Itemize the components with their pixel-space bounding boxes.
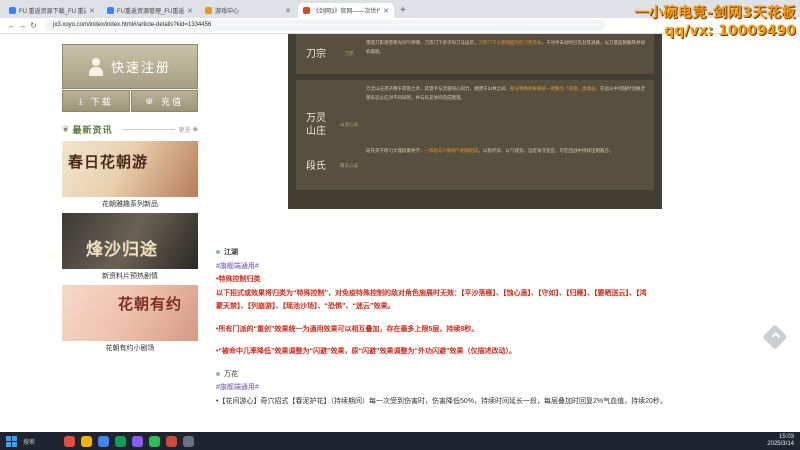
tab-label: 游戏中心: [215, 9, 240, 15]
sect-desc: 雪夜刀影逐雪寒光剑气呼啸，刀宗门下弟子的刀法凌厉，刀宗门下以疾快猛烈的刀势见长，…: [366, 40, 645, 54]
quick-register-label: 快速注册: [110, 61, 171, 76]
divider: [122, 128, 175, 130]
subsection-title: •特殊控制归类: [216, 276, 261, 283]
tab-favicon: [107, 7, 114, 14]
close-icon[interactable]: ✕: [285, 7, 291, 15]
app-icon[interactable]: [64, 435, 75, 447]
recharge-button[interactable]: ⊕ 充值: [130, 90, 198, 112]
news-list: 春日花朝游 花朝雅趣系列新品 烽沙归途 新资料片预热剧情 花朝有约 花朝有约小剧…: [62, 141, 198, 357]
overlay-line-1: 一小碗电竞-剑网3天花板: [634, 5, 796, 21]
app-icon[interactable]: [183, 435, 194, 447]
browser-tab[interactable]: 游戏中心 ✕: [200, 3, 296, 18]
section-tag: #旗舰端通用#: [216, 262, 259, 270]
more-link[interactable]: 更多: [179, 125, 191, 134]
app-icon[interactable]: [115, 435, 126, 447]
news-caption[interactable]: 花朝雅趣系列新品: [62, 197, 198, 213]
news-banner[interactable]: 花朝有约: [62, 285, 198, 341]
forward-icon[interactable]: →: [17, 21, 28, 30]
banner-title: 花朝有约: [118, 295, 183, 313]
back-icon[interactable]: ←: [6, 21, 17, 30]
sect-name: 段氏: [306, 160, 326, 172]
clock-time: 15:03: [778, 434, 794, 440]
system-clock[interactable]: 15:03 2025/3/14: [767, 434, 794, 448]
back-to-top-button[interactable]: [762, 324, 788, 350]
article-paragraph: •【花间游心】奇穴招式【春泥护花】（持续期间）每一次受到伤害时，伤害降低50%，…: [216, 397, 667, 405]
banner-title: 烽沙归途: [86, 240, 158, 260]
sect-tag: 刀宗: [344, 51, 354, 56]
chevron-up-icon: [771, 332, 780, 341]
close-icon[interactable]: ✕: [89, 7, 95, 15]
close-icon[interactable]: ✕: [187, 7, 193, 15]
article-paragraph: •所有门派的“重创”效果统一为通用效果可以相互叠加，存在最多上限5层，持续8秒。: [216, 325, 479, 333]
article-content: 江湖 #旗舰端通用# •特殊控制归类 以下招式或效果将归类为“特殊控制”，对免疫…: [216, 246, 746, 408]
sect-row: 段氏 南天心法 段氏弟子修习大理段家绝学，一阳指与六脉剑气相辅相成，以指代剑、以…: [296, 142, 654, 190]
tab-label: 《剑网3》官网——次世代国风: [313, 9, 381, 15]
start-icon[interactable]: [3, 435, 19, 447]
sect-tag: 南天心法: [340, 163, 358, 168]
recharge-label: 充值: [161, 96, 184, 107]
leaf-icon: ❦: [62, 123, 70, 134]
quick-register-button[interactable]: 快速注册: [62, 44, 198, 89]
section-title: 万花: [216, 368, 746, 382]
news-header: ❦ 最新资讯 更多 ◆: [62, 121, 198, 137]
sect-row: 刀宗 刀宗 雪夜刀影逐雪寒光剑气呼啸，刀宗门下弟子的刀法凌厉，刀宗门下以疾快猛烈…: [296, 34, 654, 74]
browser-tab-active[interactable]: 《剑网3》官网——次世代国风✕: [298, 3, 394, 18]
news-caption[interactable]: 新资料片预热剧情: [62, 269, 198, 285]
action-row: ⤓ 下载 ⊕ 充值: [62, 90, 198, 112]
bullet-icon: [216, 371, 220, 376]
article-paragraph: 以下招式或效果将归类为“特殊控制”，对免疫特殊控制的敌对角色施展时无效：【平沙落…: [216, 289, 647, 297]
section-title: 江湖: [216, 246, 746, 260]
diamond-icon: ◆: [192, 126, 198, 133]
app-icon[interactable]: [132, 435, 143, 447]
folder-icon[interactable]: [81, 435, 92, 447]
download-label: 下载: [90, 96, 113, 107]
news-caption[interactable]: 花朝有约小剧场: [62, 341, 198, 357]
tab-label: FU 重返资源下载_FU 重返资源下载: [19, 9, 86, 15]
article-paragraph: 蒙天禁】、【列崩游】、【瑶池沙场】、“恐惧”、“迷云”效果。: [216, 303, 395, 310]
tab-label: FU重返资源管理_FU重返资源管理: [117, 9, 185, 15]
wechat-icon[interactable]: [149, 435, 160, 447]
user-icon: [88, 57, 103, 76]
url-input[interactable]: jx3.xoyo.com/index/index.html#/article-d…: [45, 20, 605, 31]
news-banner[interactable]: 烽沙归途: [62, 213, 198, 269]
bullet-icon: [216, 250, 220, 255]
download-button[interactable]: ⤓ 下载: [62, 90, 130, 112]
section-tag: #旗舰端通用#: [216, 384, 259, 391]
news-banner[interactable]: 春日花朝游: [62, 141, 198, 197]
sidebar: 快速注册 ⤓ 下载 ⊕ 充值 ❦ 最新资讯 更多 ◆ 春日花朝游 花朝雅趣系列新品 …: [62, 44, 198, 357]
browser-tab[interactable]: FU 重返资源下载_FU 重返资源下载✕: [4, 3, 100, 18]
browser-tab[interactable]: FU重返资源管理_FU重返资源管理✕: [102, 3, 198, 18]
taskbar-search[interactable]: 搜索: [23, 437, 61, 446]
tab-favicon: [303, 7, 310, 14]
sect-info-table: 刀宗 刀宗 雪夜刀影逐雪寒光剑气呼啸，刀宗门下弟子的刀法凌厉，刀宗门下以疾快猛烈…: [288, 34, 662, 209]
sect-desc: 段氏弟子修习大理段家绝学，一阳指与六脉剑气相辅相成，以指代剑、以气驭劲，远近攻守…: [366, 148, 614, 153]
clock-date: 2025/3/14: [767, 441, 794, 447]
taskbar: 搜索 15:03 2025/3/14: [0, 432, 800, 450]
sect-name: 刀宗: [306, 48, 326, 60]
article-paragraph: •“被命中几率降低”效果调整为“闪避”效果，原“闪避”效果调整为“外功闪避”效果…: [216, 348, 516, 355]
download-icon: ⤓: [78, 95, 85, 106]
banner-title: 春日花朝游: [68, 153, 149, 171]
coin-icon: ⊕: [145, 95, 156, 106]
app-icon[interactable]: [166, 435, 177, 447]
tab-favicon: [9, 7, 16, 14]
browser-icon[interactable]: [98, 435, 109, 447]
reload-icon[interactable]: ↻: [28, 21, 39, 30]
close-icon[interactable]: ✕: [383, 7, 389, 15]
tab-favicon: [205, 7, 212, 14]
new-tab-icon[interactable]: +: [400, 3, 406, 18]
news-title: 最新资讯: [72, 124, 113, 135]
